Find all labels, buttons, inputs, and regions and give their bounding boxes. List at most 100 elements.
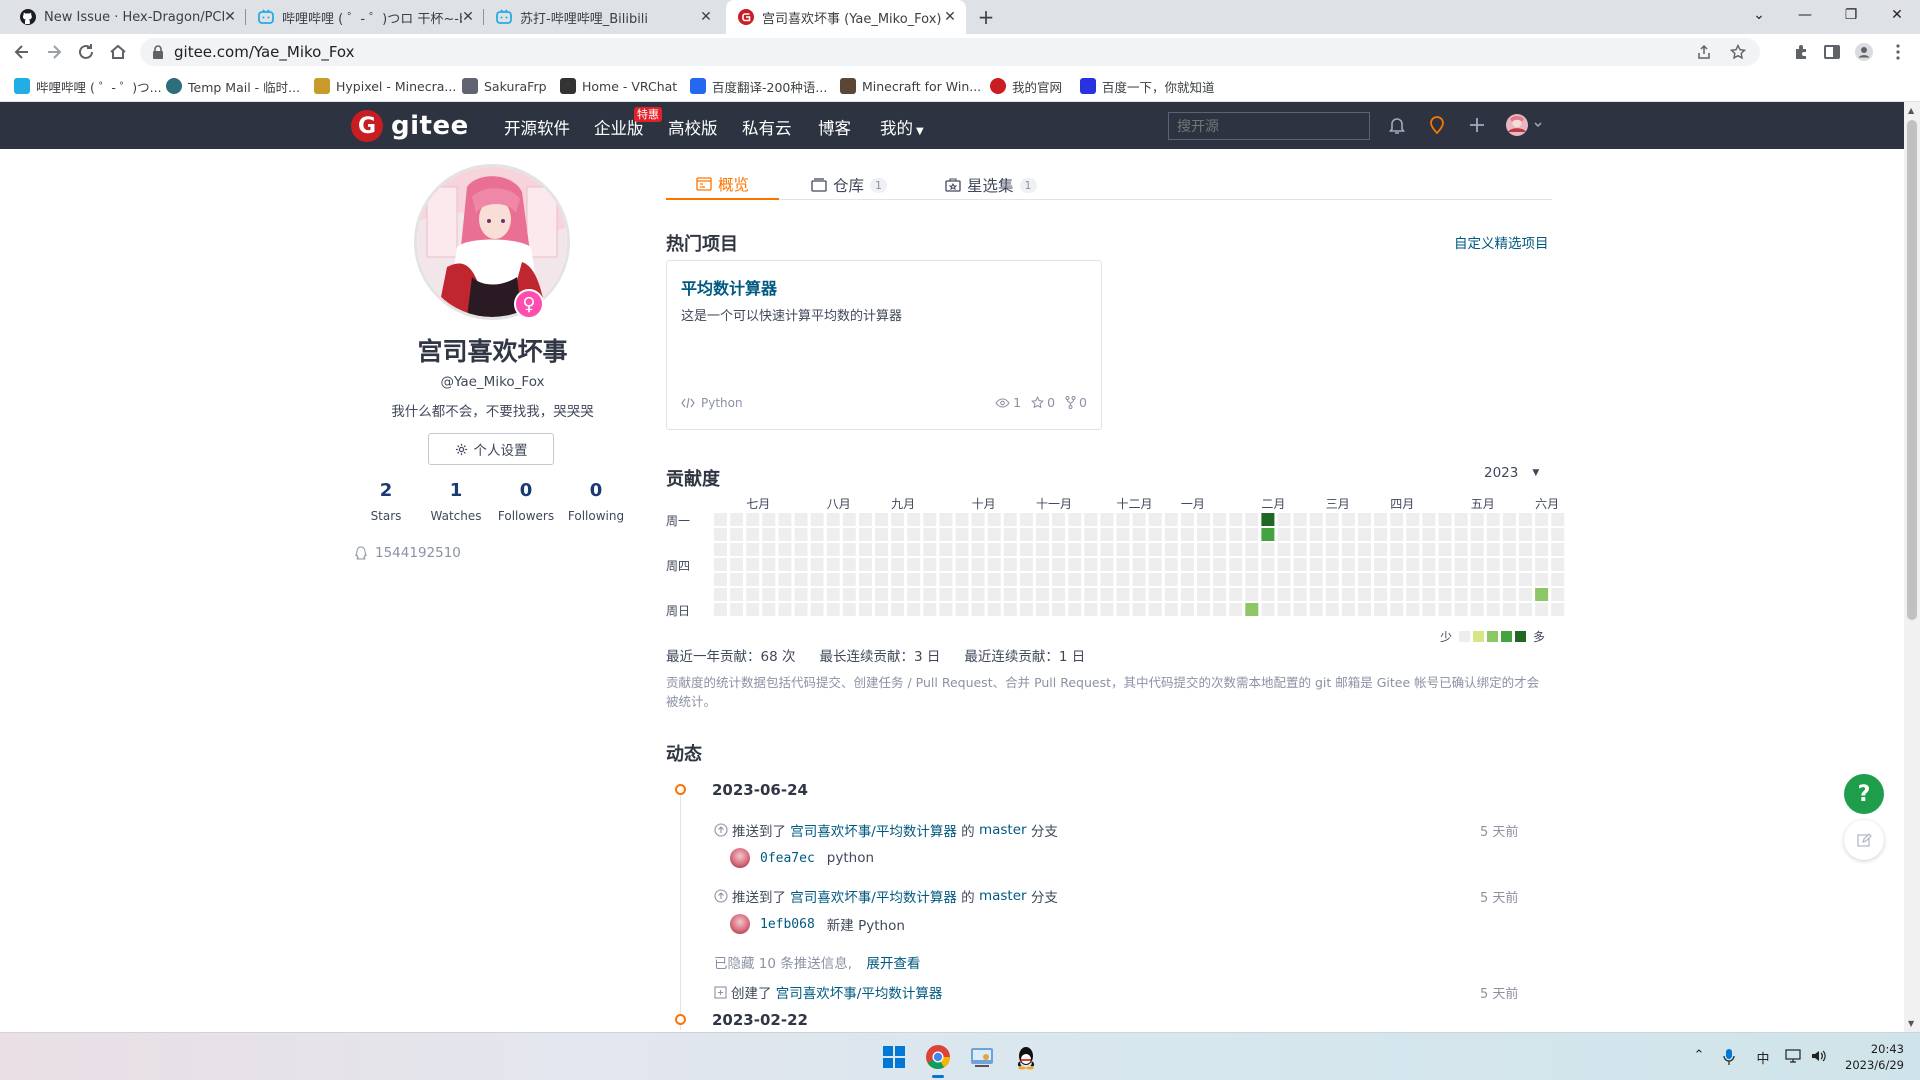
nav-private-cloud[interactable]: 私有云 [742, 115, 792, 139]
heatmap-cell[interactable] [1052, 558, 1066, 571]
heatmap-cell[interactable] [810, 573, 824, 586]
heatmap-cell[interactable] [1406, 513, 1420, 526]
commit-sha-link[interactable]: 1efb068 [760, 917, 815, 932]
heatmap-cell[interactable] [1374, 603, 1388, 616]
heatmap-cell[interactable] [794, 573, 808, 586]
bookmark-minecraft[interactable]: Minecraft for Win... [840, 77, 981, 95]
heatmap-cell[interactable] [1036, 558, 1049, 571]
heatmap-cell[interactable] [1164, 588, 1178, 601]
heatmap-cell[interactable] [1132, 573, 1146, 586]
heatmap-cell[interactable] [1309, 513, 1323, 526]
repo-link[interactable]: 宫司喜欢坏事/平均数计算器 [790, 820, 957, 840]
heatmap-cell[interactable] [923, 588, 937, 601]
heatmap-cell[interactable] [1116, 588, 1130, 601]
commit-sha-link[interactable]: 0fea7ec [760, 851, 815, 866]
heatmap-cell[interactable] [987, 528, 1001, 541]
heatmap-cell[interactable] [1406, 558, 1420, 571]
heatmap-cell[interactable] [1325, 588, 1339, 601]
customize-featured-link[interactable]: 自定义精选项目 [1454, 232, 1549, 252]
repo-link[interactable]: 宫司喜欢坏事/平均数计算器 [776, 982, 943, 1002]
qq-app-icon[interactable] [1012, 1043, 1040, 1071]
heatmap-cell[interactable] [1390, 588, 1404, 601]
heatmap-cell[interactable] [1438, 588, 1452, 601]
heatmap-cell[interactable] [1197, 573, 1210, 586]
heatmap-cell[interactable] [1052, 573, 1066, 586]
header-search-input[interactable] [1168, 112, 1370, 140]
heatmap-cell[interactable] [987, 558, 1001, 571]
heatmap-cell[interactable] [955, 573, 969, 586]
heatmap-cell[interactable] [1535, 558, 1549, 571]
heatmap-cell[interactable] [810, 588, 824, 601]
heatmap-cell[interactable] [1406, 543, 1420, 556]
heatmap-cell[interactable] [730, 528, 744, 541]
heatmap-cell[interactable] [971, 528, 985, 541]
heatmap-cell[interactable] [1486, 603, 1500, 616]
branch-link[interactable]: master [979, 822, 1027, 838]
heatmap-cell[interactable] [1068, 573, 1082, 586]
heatmap-cell[interactable] [1341, 528, 1355, 541]
heatmap-cell[interactable] [1551, 573, 1565, 586]
heatmap-cell[interactable] [1277, 513, 1291, 526]
heatmap-cell[interactable] [1197, 528, 1210, 541]
heatmap-cell[interactable] [778, 588, 792, 601]
heatmap-cell[interactable] [1229, 603, 1243, 616]
heatmap-cell[interactable] [907, 543, 921, 556]
heatmap-cell[interactable] [1358, 558, 1371, 571]
heatmap-cell-active[interactable] [1245, 603, 1259, 616]
heatmap-cell[interactable] [1019, 603, 1033, 616]
heatmap-cell[interactable] [1084, 603, 1098, 616]
heatmap-cell[interactable] [1116, 528, 1130, 541]
heatmap-cell[interactable] [1374, 528, 1388, 541]
heatmap-cell[interactable] [1180, 513, 1194, 526]
heatmap-cell[interactable] [987, 543, 1001, 556]
heatmap-cell[interactable] [1293, 588, 1307, 601]
heatmap-cell[interactable] [1374, 588, 1388, 601]
heatmap-cell[interactable] [1341, 513, 1355, 526]
heatmap-cell[interactable] [794, 588, 808, 601]
heatmap-cell[interactable] [1100, 603, 1114, 616]
menu-dots-icon[interactable] [1888, 42, 1908, 62]
heatmap-cell[interactable] [1180, 528, 1194, 541]
heatmap-cell[interactable] [1390, 603, 1404, 616]
bookmark-bilibili[interactable]: 哔哩哔哩 ( ゜- ゜)つ... [14, 77, 162, 95]
heatmap-cell[interactable] [1036, 513, 1049, 526]
heatmap-cell[interactable] [1003, 528, 1017, 541]
heatmap-cell[interactable] [1502, 513, 1516, 526]
heatmap-cell[interactable] [762, 603, 776, 616]
heatmap-cell[interactable] [858, 543, 872, 556]
heatmap-cell[interactable] [1261, 543, 1275, 556]
heatmap-cell[interactable] [1019, 573, 1033, 586]
project-fork-count[interactable]: 0 [1065, 395, 1087, 410]
heatmap-cell[interactable] [762, 573, 776, 586]
heatmap-cell[interactable] [1374, 573, 1388, 586]
heatmap-cell[interactable] [842, 543, 856, 556]
heatmap-cell[interactable] [923, 528, 937, 541]
heatmap-cell[interactable] [1535, 573, 1549, 586]
heatmap-cell-active[interactable] [1261, 513, 1275, 526]
heatmap-cell[interactable] [1341, 588, 1355, 601]
heatmap-cell[interactable] [875, 573, 888, 586]
heatmap-cell[interactable] [1454, 543, 1468, 556]
bookmark-hypixel[interactable]: Hypixel - Minecra... [314, 77, 456, 95]
heatmap-cell[interactable] [1180, 573, 1194, 586]
heatmap-cell[interactable] [1390, 528, 1404, 541]
heatmap-cell[interactable] [1019, 543, 1033, 556]
heatmap-cell[interactable] [714, 528, 727, 541]
stat-watches[interactable]: 1 Watches [421, 480, 491, 523]
heatmap-cell[interactable] [746, 558, 760, 571]
bookmark-sakurafrp[interactable]: SakuraFrp [462, 77, 547, 95]
url-bar[interactable]: gitee.com/Yae_Miko_Fox [140, 38, 1760, 66]
heatmap-cell[interactable] [1406, 588, 1420, 601]
feedback-button[interactable] [1844, 820, 1884, 860]
heatmap-cell[interactable] [1438, 573, 1452, 586]
heatmap-cell[interactable] [1100, 573, 1114, 586]
tab-repos[interactable]: 仓库 1 [811, 170, 888, 200]
heatmap-cell[interactable] [939, 588, 953, 601]
heatmap-cell[interactable] [1100, 528, 1114, 541]
heatmap-cell[interactable] [1486, 543, 1500, 556]
heatmap-cell[interactable] [907, 603, 921, 616]
heatmap-cell[interactable] [842, 573, 856, 586]
heatmap-cell[interactable] [1019, 558, 1033, 571]
heatmap-cell[interactable] [955, 603, 969, 616]
heatmap-cell[interactable] [907, 528, 921, 541]
